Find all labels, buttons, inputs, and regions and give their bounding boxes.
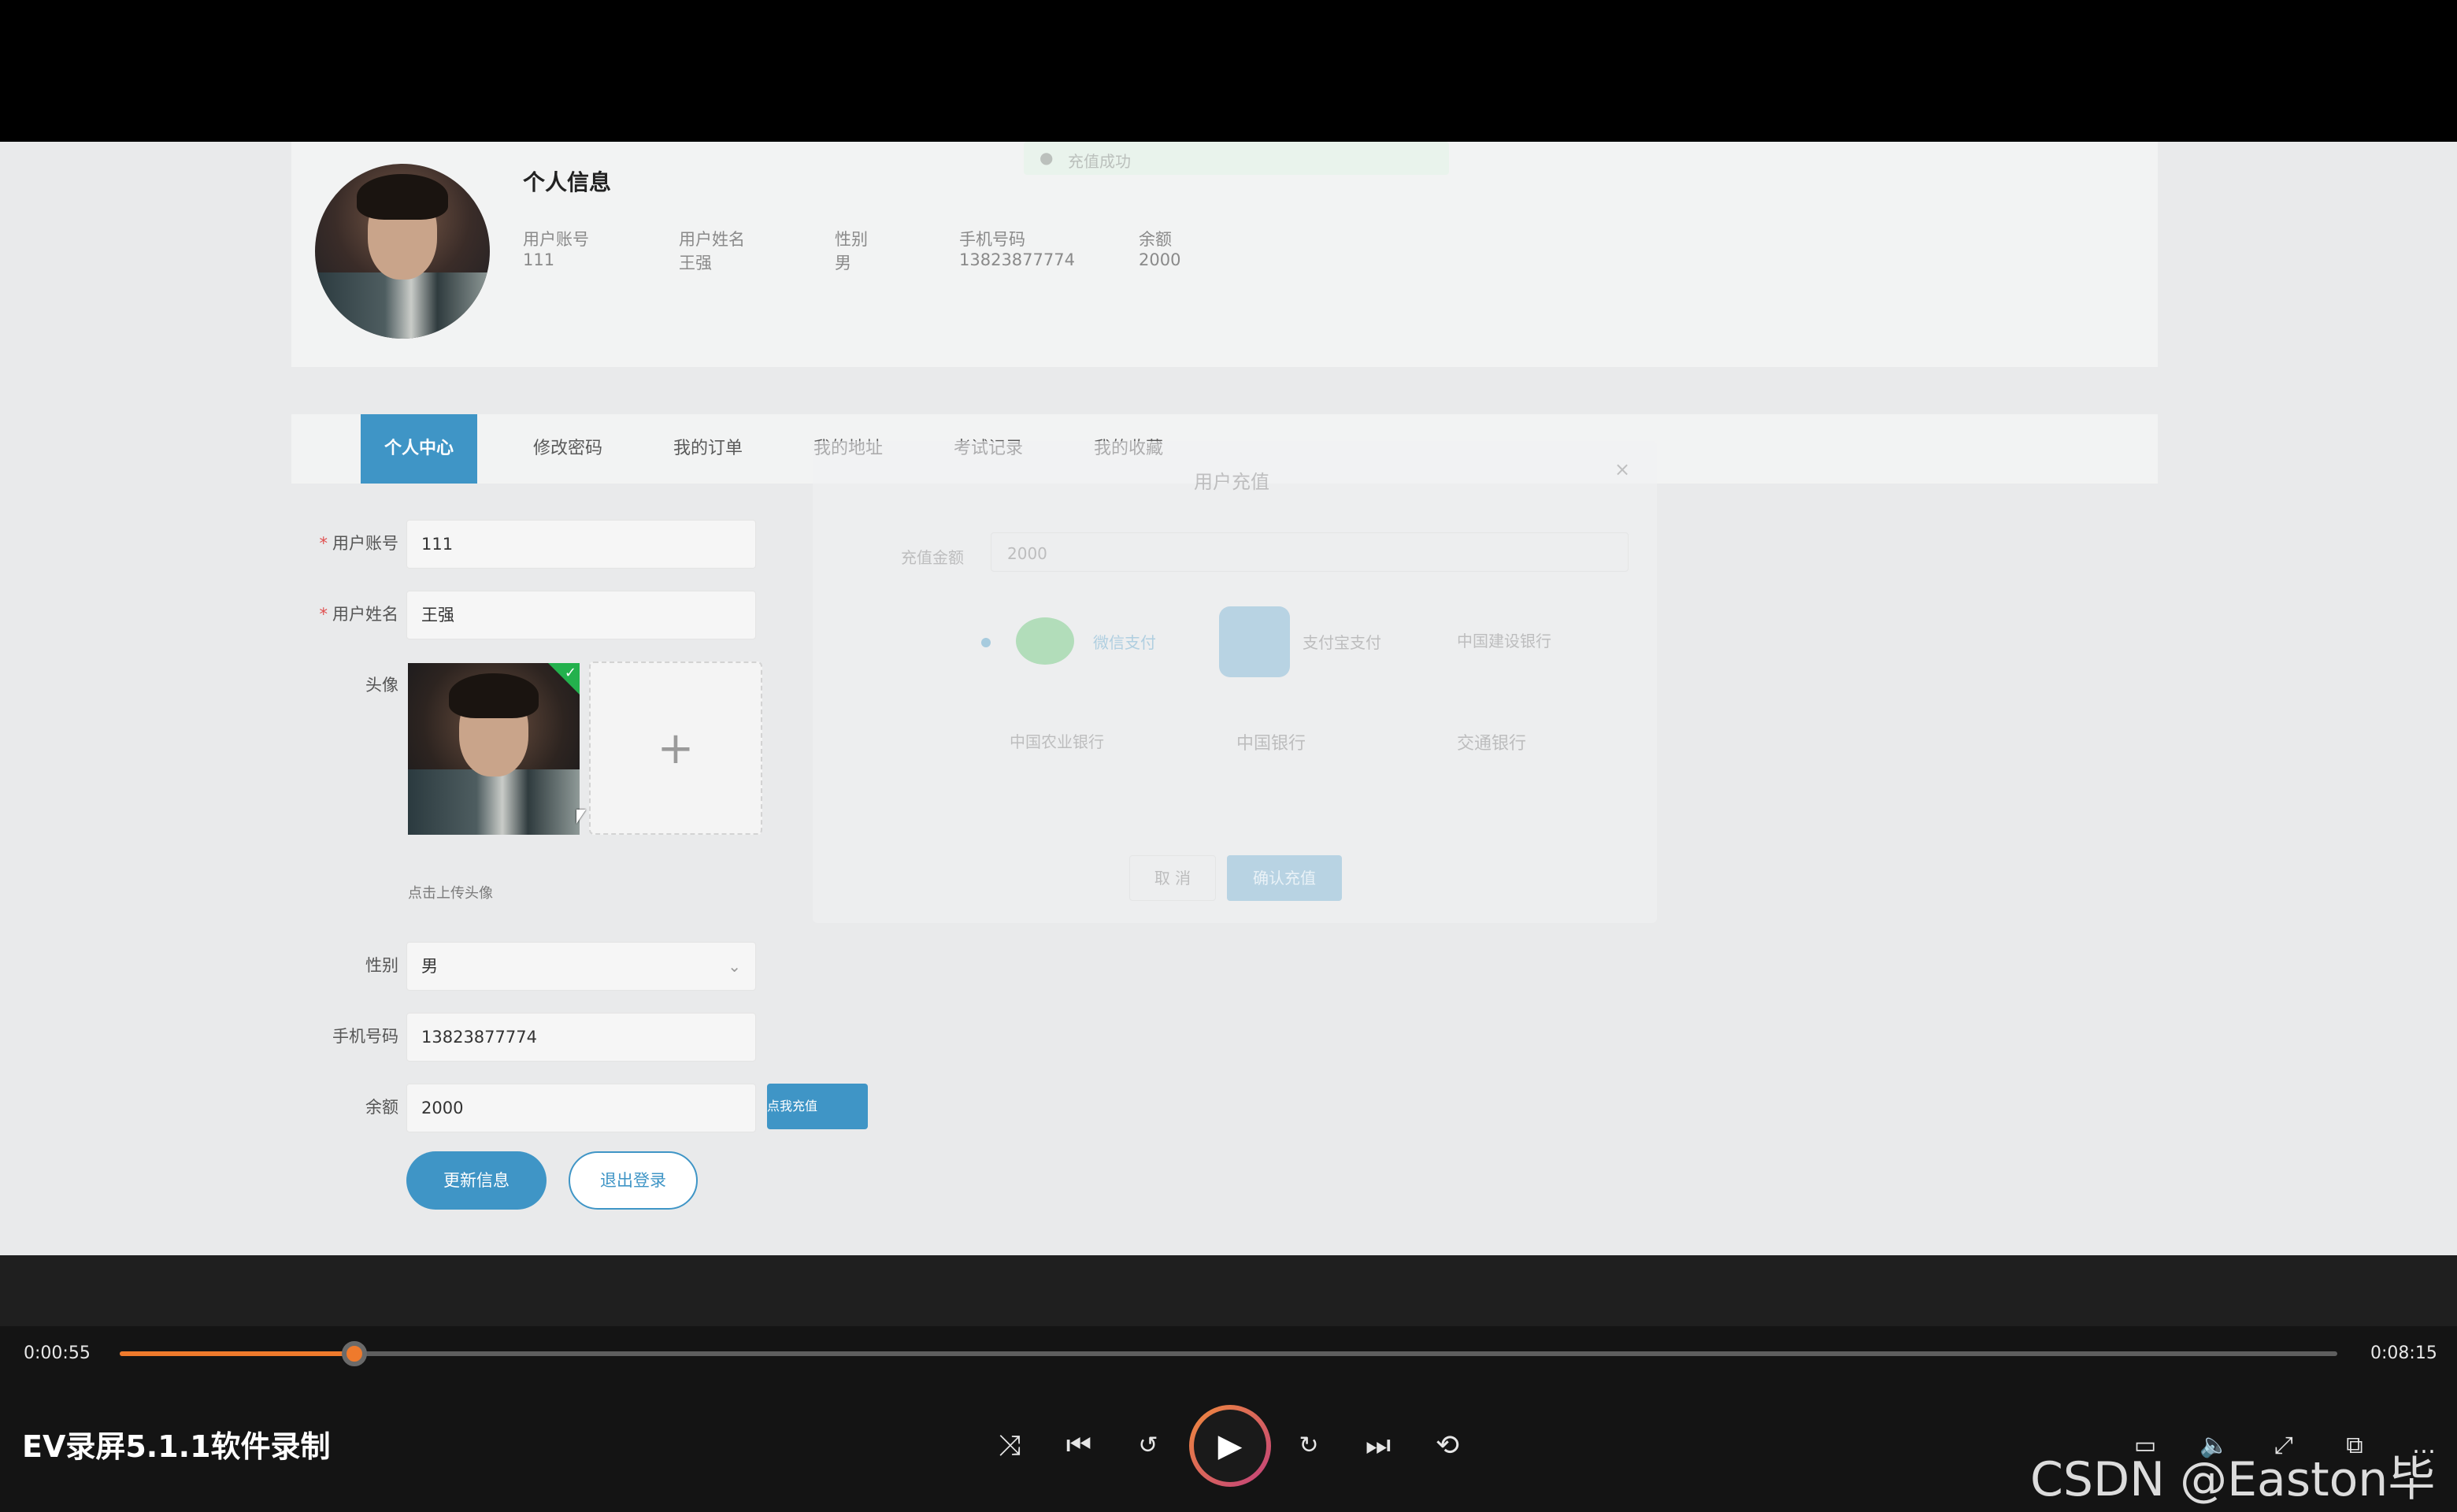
alipay-label: 支付宝支付: [1303, 633, 1381, 652]
tab-my-orders[interactable]: 我的订单: [649, 414, 767, 484]
amount-input[interactable]: 2000: [991, 532, 1629, 572]
recharge-modal: 用户充值 × 充值金额 2000 微信支付 支付宝支付 中国建设银行 中国农业银…: [813, 441, 1657, 923]
chevron-down-icon: ⌄: [728, 957, 741, 976]
tab-change-password[interactable]: 修改密码: [509, 414, 627, 484]
balance-label: 余额: [365, 1098, 398, 1117]
close-icon[interactable]: ×: [1614, 458, 1630, 480]
gender-value: 男: [421, 957, 438, 976]
current-time: 0:00:55: [24, 1343, 91, 1363]
update-info-button[interactable]: 更新信息: [406, 1151, 547, 1210]
boc-label: 中国银行: [1236, 734, 1306, 754]
rewind-10-icon[interactable]: ↺: [1125, 1422, 1172, 1469]
info-value-account: 111: [523, 250, 555, 269]
info-label-account: 用户账号: [523, 230, 589, 249]
total-time: 0:08:15: [2370, 1343, 2437, 1363]
wechat-label: 微信支付: [1093, 633, 1156, 652]
watermark: CSDN @Easton毕设: [2030, 1452, 2436, 1507]
seek-bar-progress: [120, 1351, 355, 1356]
app-title: EV录屏5.1.1软件录制: [22, 1429, 331, 1464]
account-label: * 用户账号: [319, 534, 399, 553]
uploaded-avatar[interactable]: ✓: [408, 663, 580, 835]
phone-input[interactable]: 13823877774: [406, 1013, 756, 1062]
ccb-label: 中国建设银行: [1457, 632, 1551, 650]
check-icon: ✓: [564, 665, 576, 681]
confirm-recharge-button[interactable]: 确认充值: [1227, 855, 1342, 901]
cancel-button[interactable]: 取 消: [1129, 855, 1216, 901]
avatar-label: 头像: [365, 676, 398, 695]
plus-icon: +: [657, 722, 695, 774]
next-icon[interactable]: ⏭: [1354, 1422, 1402, 1469]
play-icon: ▶: [1194, 1410, 1266, 1482]
abc-label: 中国农业银行: [1010, 732, 1104, 751]
gender-select[interactable]: 男 ⌄: [406, 942, 756, 991]
tab-user-center[interactable]: 个人中心: [361, 414, 477, 484]
play-button[interactable]: ▶: [1189, 1405, 1271, 1487]
amount-label: 充值金额: [901, 548, 964, 567]
info-value-gender: 男: [835, 254, 851, 272]
info-value-name: 王强: [679, 254, 712, 272]
name-input[interactable]: 王强: [406, 591, 756, 639]
modal-title: 用户充值: [1194, 471, 1269, 493]
info-label-balance: 余额: [1139, 230, 1172, 249]
phone-label: 手机号码: [332, 1027, 398, 1046]
success-toast: ● 充值成功: [1024, 142, 1449, 175]
logout-button[interactable]: 退出登录: [569, 1151, 698, 1210]
info-label-name: 用户姓名: [679, 230, 745, 249]
radio-wechat[interactable]: [981, 638, 991, 647]
cursor-icon: [576, 810, 586, 824]
video-frame: 个人信息 用户账号 111 用户姓名 王强 性别 男 手机号码 13823877…: [0, 142, 2457, 1255]
check-circle-icon: ●: [1040, 148, 1054, 167]
bocom-label: 交通银行: [1457, 734, 1527, 754]
info-value-phone: 13823877774: [959, 250, 1075, 269]
info-label-gender: 性别: [835, 230, 868, 249]
wechat-icon: [1016, 617, 1074, 665]
name-label: * 用户姓名: [319, 605, 399, 624]
profile-avatar: [315, 164, 490, 339]
toast-text: 充值成功: [1068, 152, 1131, 171]
balance-input[interactable]: 2000: [406, 1084, 756, 1132]
shuffle-icon[interactable]: ⤨: [986, 1422, 1033, 1469]
alipay-icon: [1219, 606, 1290, 677]
repeat-icon[interactable]: ⟲: [1424, 1422, 1471, 1469]
info-label-phone: 手机号码: [959, 230, 1025, 249]
player-strip: [0, 1255, 2457, 1326]
seek-bar[interactable]: [120, 1341, 2337, 1366]
upload-hint: 点击上传头像: [408, 885, 493, 902]
profile-panel: 个人信息 用户账号 111 用户姓名 王强 性别 男 手机号码 13823877…: [291, 142, 2158, 367]
avatar-upload-box[interactable]: +: [589, 662, 762, 835]
account-input[interactable]: 111: [406, 520, 756, 569]
info-value-balance: 2000: [1139, 250, 1181, 269]
recharge-button[interactable]: 点我充值: [767, 1084, 868, 1129]
profile-title: 个人信息: [523, 169, 612, 195]
forward-30-icon[interactable]: ↻: [1285, 1422, 1332, 1469]
previous-icon[interactable]: ⏮: [1055, 1422, 1102, 1469]
gender-label: 性别: [365, 956, 398, 975]
